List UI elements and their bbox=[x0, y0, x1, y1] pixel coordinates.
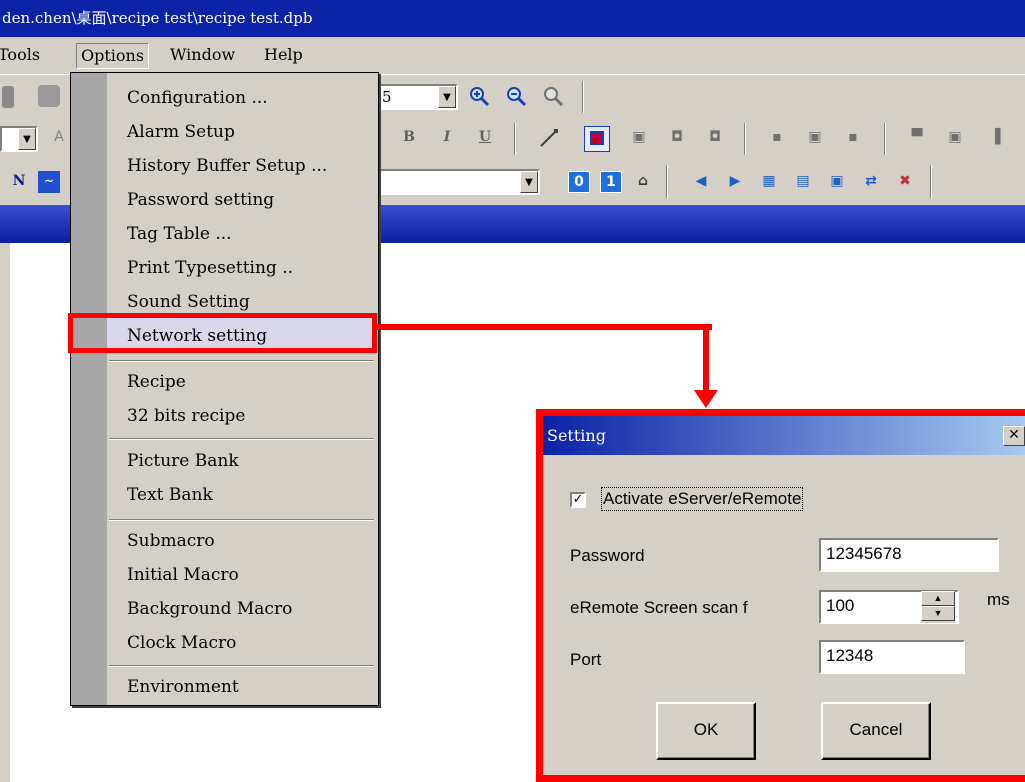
menu-item-clock-macro[interactable]: Clock Macro bbox=[127, 631, 236, 655]
menu-gutter bbox=[71, 73, 107, 705]
align-icon[interactable]: A bbox=[48, 127, 70, 149]
toolbar-separator bbox=[582, 81, 584, 113]
menu-item-picture-bank[interactable]: Picture Bank bbox=[127, 449, 239, 473]
toolbar-separator bbox=[666, 165, 668, 199]
distribute-h-icon[interactable]: ▀ bbox=[906, 127, 928, 149]
menu-item-submacro[interactable]: Submacro bbox=[127, 529, 215, 553]
save-screen-icon[interactable]: ▤ bbox=[792, 171, 814, 193]
menu-item-configuration[interactable]: Configuration ... bbox=[127, 86, 268, 110]
waveform-icon[interactable]: ~ bbox=[38, 171, 60, 193]
chevron-down-icon[interactable]: ▼ bbox=[520, 171, 538, 193]
paste-icon[interactable] bbox=[38, 85, 60, 107]
align-left-icon[interactable]: ▣ bbox=[628, 127, 650, 149]
align-right-icon[interactable]: ◘ bbox=[704, 127, 726, 149]
bold-button[interactable]: B bbox=[398, 127, 420, 149]
align-center-icon[interactable]: ◘ bbox=[666, 127, 688, 149]
menu-tools[interactable]: Tools bbox=[0, 43, 44, 69]
menu-options[interactable]: Options bbox=[76, 43, 150, 69]
line-tool-icon[interactable] bbox=[538, 127, 560, 149]
toolbar-separator bbox=[744, 123, 746, 155]
window-title-bar: den.chen\桌面\recipe test\recipe test.dpb bbox=[0, 0, 1025, 37]
port-field[interactable]: 12348 bbox=[819, 640, 965, 674]
distribute-v-icon[interactable]: ▣ bbox=[944, 127, 966, 149]
menu-item-history-buffer[interactable]: History Buffer Setup ... bbox=[127, 154, 327, 178]
menu-window[interactable]: Window bbox=[166, 43, 239, 69]
menu-separator bbox=[109, 360, 374, 362]
zoom-fit-icon[interactable] bbox=[542, 85, 564, 107]
swap-screen-icon[interactable]: ⇄ bbox=[860, 171, 882, 193]
menu-separator bbox=[109, 438, 374, 440]
rectangle-tool-icon[interactable] bbox=[584, 126, 610, 152]
menu-bar: Tools Options Window Help bbox=[0, 37, 1025, 75]
menu-item-32bit-recipe[interactable]: 32 bits recipe bbox=[127, 404, 245, 428]
cancel-button[interactable]: Cancel bbox=[821, 702, 931, 760]
menu-item-recipe[interactable]: Recipe bbox=[127, 370, 186, 394]
menu-item-environment[interactable]: Environment bbox=[127, 675, 239, 699]
back-icon[interactable]: ◀ bbox=[690, 171, 712, 193]
menu-item-initial-macro[interactable]: Initial Macro bbox=[127, 563, 239, 587]
close-screen-icon[interactable]: ✖ bbox=[894, 171, 916, 193]
properties-icon[interactable]: ⌂ bbox=[632, 171, 654, 193]
arrow-down-icon bbox=[694, 390, 718, 408]
menu-help[interactable]: Help bbox=[260, 43, 307, 69]
font-size-combo[interactable]: 5 ▼ bbox=[378, 84, 458, 110]
menu-item-text-bank[interactable]: Text Bank bbox=[127, 483, 213, 507]
menu-item-print-typesetting[interactable]: Print Typesetting .. bbox=[127, 256, 293, 280]
zoom-in-icon[interactable] bbox=[468, 85, 490, 107]
dialog-title: Setting bbox=[547, 426, 606, 445]
stepper-up-icon[interactable]: ▲ bbox=[921, 591, 955, 606]
counter-1-icon[interactable]: 1 bbox=[600, 171, 622, 193]
numeric-icon[interactable]: N bbox=[8, 171, 30, 193]
annotation-connector bbox=[377, 324, 712, 330]
copy-icon[interactable] bbox=[2, 86, 14, 108]
style-combo[interactable]: ▼ bbox=[0, 126, 38, 152]
toolbar-separator bbox=[884, 123, 886, 155]
scan-stepper[interactable]: ▲ ▼ bbox=[921, 591, 955, 623]
activate-label[interactable]: Activate eServer/eRemote bbox=[601, 487, 804, 511]
setting-dialog: Setting ✕ ✓ Activate eServer/eRemote Pas… bbox=[536, 409, 1025, 782]
scan-label: eRemote Screen scan f bbox=[570, 598, 748, 617]
align-bottom-icon[interactable]: ▪ bbox=[842, 127, 864, 149]
menu-separator bbox=[109, 665, 374, 667]
underline-button[interactable]: U bbox=[474, 127, 496, 149]
activate-checkbox[interactable]: ✓ bbox=[570, 492, 586, 508]
new-screen-icon[interactable]: ▣ bbox=[826, 171, 848, 193]
window-title: den.chen\桌面\recipe test\recipe test.dpb bbox=[2, 9, 313, 27]
menu-separator bbox=[109, 519, 374, 521]
zoom-out-icon[interactable] bbox=[505, 85, 527, 107]
italic-button[interactable]: I bbox=[436, 127, 458, 149]
menu-item-background-macro[interactable]: Background Macro bbox=[127, 597, 292, 621]
password-label: Password bbox=[570, 546, 645, 565]
annotation-connector bbox=[703, 324, 709, 394]
align-middle-icon[interactable]: ▣ bbox=[804, 127, 826, 149]
toolbar-separator bbox=[930, 165, 932, 199]
menu-item-alarm-setup[interactable]: Alarm Setup bbox=[127, 120, 235, 144]
object-combo[interactable]: ▼ bbox=[378, 169, 540, 195]
chevron-down-icon[interactable]: ▼ bbox=[18, 128, 36, 150]
toolbar-separator bbox=[514, 123, 516, 155]
ok-button[interactable]: OK bbox=[656, 702, 756, 760]
same-size-icon[interactable]: ▐ bbox=[984, 127, 1006, 149]
counter-0-icon[interactable]: 0 bbox=[568, 171, 590, 193]
forward-icon[interactable]: ▶ bbox=[724, 171, 746, 193]
menu-item-tag-table[interactable]: Tag Table ... bbox=[127, 222, 232, 246]
download-icon[interactable]: ▦ bbox=[758, 171, 780, 193]
options-menu: Configuration ... Alarm Setup History Bu… bbox=[70, 72, 379, 706]
chevron-down-icon[interactable]: ▼ bbox=[438, 86, 456, 108]
workspace-left-edge bbox=[0, 243, 10, 782]
port-label: Port bbox=[570, 650, 602, 669]
dialog-title-bar: Setting bbox=[543, 416, 1025, 455]
menu-item-sound-setting[interactable]: Sound Setting bbox=[127, 290, 250, 314]
stepper-down-icon[interactable]: ▼ bbox=[921, 606, 955, 621]
highlight-frame bbox=[68, 313, 377, 353]
close-icon[interactable]: ✕ bbox=[1003, 426, 1025, 446]
align-top-icon[interactable]: ▪ bbox=[766, 127, 788, 149]
password-field[interactable]: 12345678 bbox=[819, 538, 999, 572]
scan-unit: ms bbox=[987, 590, 1010, 609]
font-size-value: 5 bbox=[382, 88, 392, 106]
menu-item-password-setting[interactable]: Password setting bbox=[127, 188, 274, 212]
